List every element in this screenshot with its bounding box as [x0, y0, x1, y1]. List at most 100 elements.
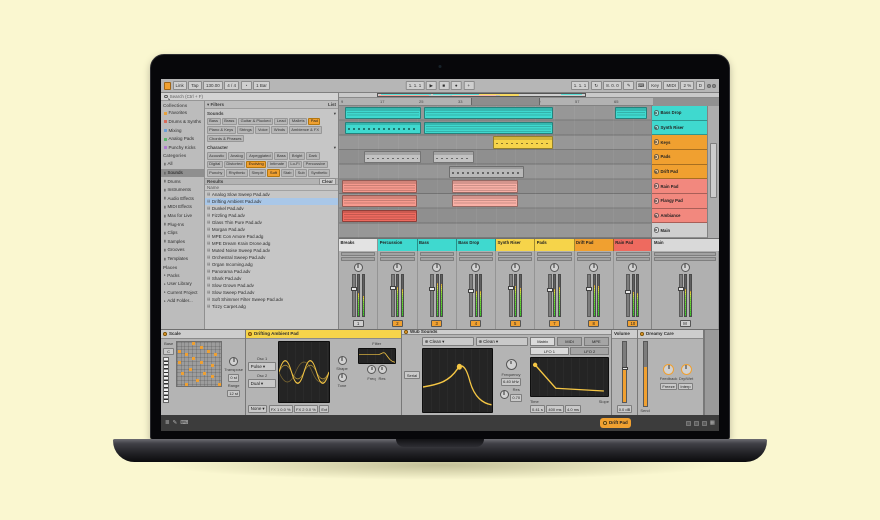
io-routing-box[interactable] — [380, 252, 414, 256]
arrangement-clip[interactable] — [493, 136, 553, 148]
scale-grid[interactable] — [176, 341, 222, 387]
transpose-value[interactable]: 0 st — [228, 374, 238, 382]
midi-map-button[interactable]: MIDI — [663, 81, 679, 91]
mixer-track-title[interactable]: Rain Pad — [614, 239, 653, 251]
track-arm-icon[interactable] — [654, 125, 660, 131]
mixer-track-title[interactable]: Bass Drop — [457, 239, 496, 251]
volume-slider-handle[interactable] — [622, 367, 628, 370]
scale-grid-cell[interactable] — [185, 383, 188, 386]
track-arm-icon[interactable] — [654, 169, 660, 175]
arrangement-lanes[interactable] — [339, 106, 653, 238]
io-routing-box[interactable] — [577, 257, 611, 261]
res-knob[interactable] — [500, 390, 509, 399]
io-routing-box[interactable] — [616, 257, 650, 261]
mixer-track-title[interactable]: Pads — [535, 239, 574, 251]
io-routing-box[interactable] — [537, 257, 571, 261]
filter-tag[interactable]: Dark — [306, 152, 320, 160]
filters-header[interactable]: ▾ Filters List — [205, 101, 338, 109]
scale-grid-cell[interactable] — [181, 372, 184, 375]
volume-value[interactable]: 0.0 dB — [617, 405, 633, 413]
filter-tag[interactable]: Percussive — [303, 161, 328, 169]
sidebar-item-collection[interactable]: Drums & Synths — [161, 118, 204, 127]
tab-mpe[interactable]: MPE — [584, 337, 609, 345]
fader-handle[interactable] — [351, 287, 357, 291]
scale-grid-cell[interactable] — [200, 346, 203, 349]
browser-result-item[interactable]: ▤Fizzling Pad.adv — [205, 212, 338, 219]
track-number-badge[interactable]: 8 — [588, 320, 599, 327]
track-number-badge[interactable]: 3 — [431, 320, 442, 327]
track-arm-icon[interactable] — [654, 110, 660, 116]
filter-tag[interactable]: Acoustic — [207, 152, 227, 160]
filter-tag[interactable]: Lo-Fi — [288, 161, 302, 169]
filter-tag[interactable]: Arpeggiated — [246, 152, 273, 160]
arrangement-clip[interactable] — [342, 195, 417, 207]
browser-result-item[interactable]: ▤Analog Slow Sweep Pad.adv — [205, 191, 338, 198]
loop-region[interactable] — [471, 98, 540, 105]
filter-tag[interactable]: Guitar & Plucked — [238, 118, 273, 126]
filter-tag[interactable]: Winds — [271, 126, 287, 134]
arrangement-clip[interactable] — [433, 151, 474, 163]
lfo-time-slope-display[interactable] — [530, 357, 609, 398]
stage2-type-select[interactable]: ⊕Clean▾ — [476, 337, 528, 346]
track-number-badge[interactable]: 10 — [627, 320, 638, 327]
computer-midi-keyboard-button[interactable]: ⌨ — [636, 81, 647, 90]
sidebar-item-place[interactable]: ▸Current Project — [161, 288, 204, 297]
browser-result-item[interactable]: ▤MPE Dream Krain Drone.adg — [205, 240, 338, 247]
arrangement-clip[interactable] — [342, 210, 417, 222]
io-routing-box[interactable] — [537, 252, 571, 256]
pan-knob[interactable] — [432, 263, 441, 272]
browser-result-item[interactable]: ▤Slow Sweep Pad.adv — [205, 289, 338, 296]
filter-tag[interactable]: Mallets — [289, 118, 307, 126]
device-on-toggle[interactable] — [248, 332, 252, 336]
browser-result-item[interactable]: ▤Glass Thin Pure Pad.adv — [205, 219, 338, 226]
frequency-value[interactable]: 6.40 kHz — [501, 378, 521, 386]
io-routing-box[interactable] — [498, 252, 532, 256]
loop-start-field[interactable]: 1. 1. 1 — [571, 81, 590, 91]
filter-tag[interactable]: Lead — [274, 118, 288, 126]
arrangement-clip[interactable] — [452, 180, 518, 192]
sidebar-item-category[interactable]: ▮Templates — [161, 255, 204, 264]
filter-tag[interactable]: Evolving — [246, 161, 266, 169]
io-routing-box[interactable] — [654, 257, 716, 261]
filter-tag[interactable]: Bass — [274, 152, 288, 160]
list-view-toggle[interactable]: List — [328, 102, 336, 108]
scale-grid-cell[interactable] — [214, 353, 217, 356]
filter-tag[interactable]: Brass — [222, 118, 237, 126]
browser-result-item[interactable]: ▤Orchestral Sweep Pad.adv — [205, 254, 338, 261]
browser-result-item[interactable]: ▤Soft Shimmer Filter Sweep Pad.adv — [205, 296, 338, 303]
tempo-field[interactable]: 130.00 — [203, 81, 223, 91]
clip-list-icon[interactable]: ≣ — [165, 420, 170, 427]
filter-tag[interactable]: Punchy — [207, 169, 226, 177]
lfo-time-value[interactable]: 0.41 s — [530, 405, 545, 413]
track-header[interactable]: Ambiance — [652, 209, 707, 224]
filter-tag[interactable]: Pad — [308, 118, 320, 126]
filter-tag[interactable]: Stab — [281, 169, 294, 177]
stage1-type-select[interactable]: ⊕Clean▾ — [422, 337, 474, 346]
track-header[interactable]: Keys — [652, 135, 707, 150]
arrangement-clip[interactable] — [452, 195, 518, 207]
volume-fader[interactable] — [509, 274, 513, 317]
track-header[interactable]: Bass Drop — [652, 106, 707, 121]
scale-grid-cell[interactable] — [192, 342, 195, 345]
device-title-bar[interactable]: Scale — [161, 330, 245, 339]
browser-result-item[interactable]: ▤Slow Grown Pad.adv — [205, 282, 338, 289]
track-header[interactable]: Flangy Pad — [652, 194, 707, 209]
track-number-badge[interactable]: 5 — [510, 320, 521, 327]
track-arm-icon[interactable] — [654, 154, 660, 160]
pan-knob[interactable] — [589, 263, 598, 272]
metronome-toggle[interactable]: ◔ — [241, 81, 252, 90]
arrangement-clip[interactable] — [424, 122, 553, 134]
sidebar-item-category[interactable]: ▮Clips — [161, 229, 204, 238]
filter-tag[interactable]: Bright — [289, 152, 305, 160]
volume-fader[interactable] — [469, 274, 473, 317]
device-on-toggle[interactable] — [404, 330, 408, 334]
arrangement-position-field[interactable]: 1. 1. 1 — [406, 81, 425, 91]
track-arm-icon[interactable] — [654, 213, 660, 219]
sidebar-item-collection[interactable]: Mixing — [161, 126, 204, 135]
pan-knob[interactable] — [681, 263, 690, 272]
io-routing-box[interactable] — [577, 252, 611, 256]
scale-grid-cell[interactable] — [192, 357, 195, 360]
time-signature-field[interactable]: 4 / 4 — [224, 81, 239, 91]
tab-matrix[interactable]: Matrix — [530, 337, 555, 345]
sidebar-item-category[interactable]: ▮Instruments — [161, 186, 204, 195]
